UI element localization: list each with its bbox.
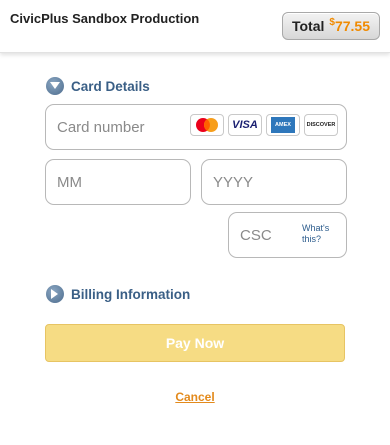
total-label: Total	[291, 18, 325, 34]
card-logos: VISA AMEX DISCOVER	[190, 114, 338, 136]
discover-icon: DISCOVER	[304, 114, 338, 136]
total-badge: Total $ 77.55	[281, 12, 380, 40]
total-currency: $	[329, 16, 335, 28]
amex-text: AMEX	[275, 122, 291, 128]
card-details-toggle[interactable]: Card Details	[46, 77, 150, 95]
amex-icon: AMEX	[266, 114, 300, 136]
billing-info-title: Billing Information	[71, 286, 191, 302]
visa-text: VISA	[232, 119, 258, 131]
pay-now-button[interactable]: Pay Now	[45, 324, 345, 362]
visa-icon: VISA	[228, 114, 262, 136]
card-number-field[interactable]: VISA AMEX DISCOVER	[45, 104, 347, 150]
merchant-name: CivicPlus Sandbox Production	[10, 11, 200, 26]
mastercard-icon	[190, 114, 224, 136]
expiry-month-input[interactable]	[46, 160, 190, 204]
total-amount: 77.55	[334, 18, 370, 34]
chevron-right-icon	[46, 285, 64, 303]
header-bar: CivicPlus Sandbox Production Total $ 77.…	[0, 0, 390, 53]
expiry-month-field[interactable]	[45, 159, 191, 205]
cancel-link[interactable]: Cancel	[0, 390, 390, 404]
card-details-title: Card Details	[71, 78, 150, 94]
csc-field[interactable]: What's this?	[228, 212, 347, 258]
whats-this-link[interactable]: What's this?	[302, 223, 336, 245]
chevron-down-icon	[46, 77, 64, 95]
billing-info-toggle[interactable]: Billing Information	[46, 285, 190, 303]
expiry-year-input[interactable]	[202, 160, 346, 204]
discover-text: DISCOVER	[306, 122, 336, 128]
expiry-year-field[interactable]	[201, 159, 347, 205]
